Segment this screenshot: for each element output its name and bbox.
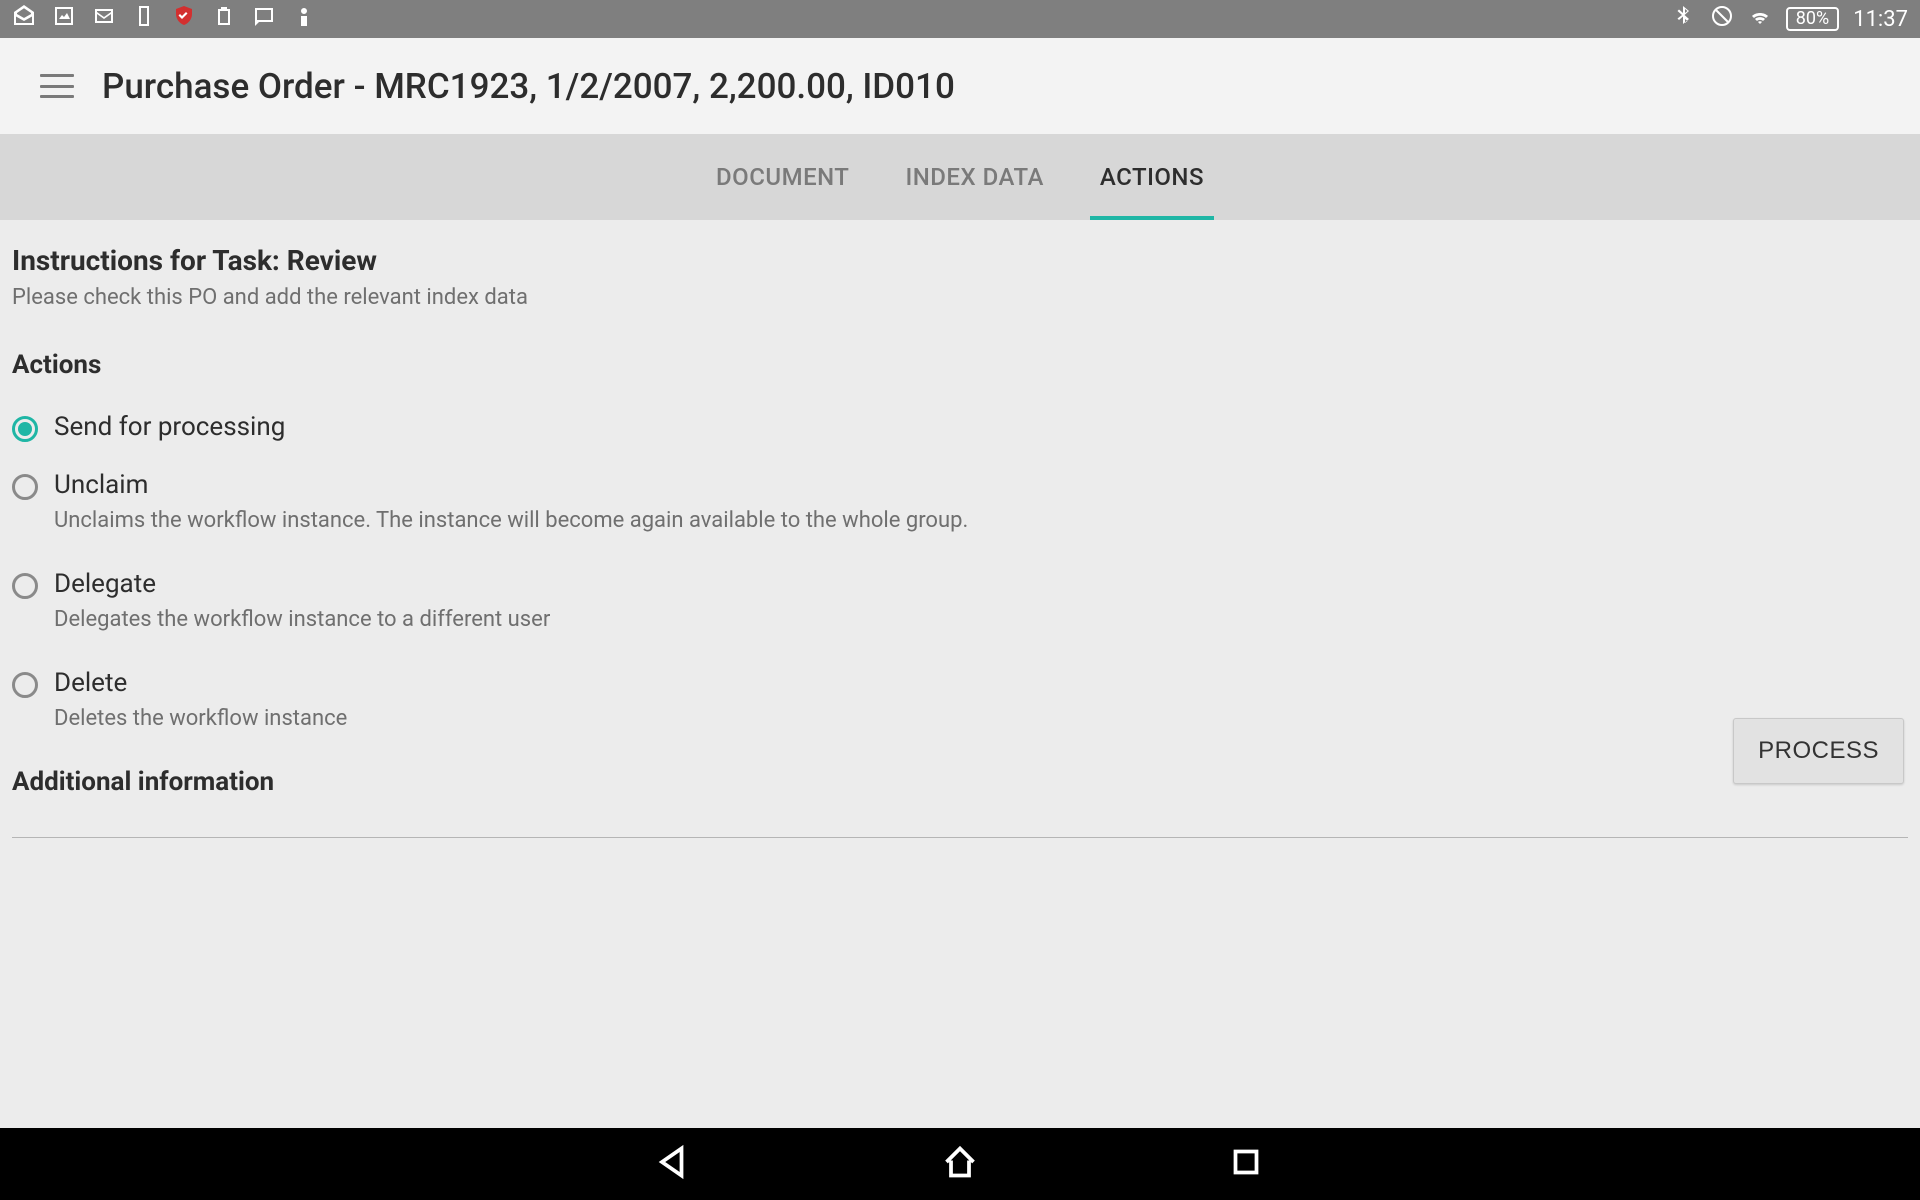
divider <box>12 837 1908 838</box>
notification-mail-open-icon <box>12 4 36 34</box>
android-status-bar: 80% 11:37 <box>0 0 1920 38</box>
do-not-disturb-icon <box>1710 4 1734 34</box>
process-button[interactable]: PROCESS <box>1733 718 1904 784</box>
bluetooth-icon <box>1672 4 1696 34</box>
notification-battery-icon <box>212 4 236 34</box>
radio-label: Unclaim <box>54 470 968 500</box>
nav-back-icon[interactable] <box>656 1144 692 1184</box>
nav-recent-icon[interactable] <box>1228 1144 1264 1184</box>
radio-description: Unclaims the workflow instance. The inst… <box>54 508 968 533</box>
battery-indicator: 80% <box>1786 7 1839 31</box>
hamburger-menu-icon[interactable] <box>40 74 74 98</box>
status-bar-clock: 11:37 <box>1853 7 1908 32</box>
radio-delete[interactable]: Delete Deletes the workflow instance <box>12 668 1908 731</box>
instructions-description: Please check this PO and add the relevan… <box>12 285 1908 310</box>
wifi-icon <box>1748 4 1772 34</box>
nav-home-icon[interactable] <box>942 1144 978 1184</box>
notification-shield-icon <box>172 4 196 34</box>
tab-document[interactable]: DOCUMENT <box>716 135 849 219</box>
additional-info-heading: Additional information <box>12 767 1908 797</box>
radio-send-for-processing[interactable]: Send for processing <box>12 412 1908 442</box>
radio-button-icon <box>12 573 38 599</box>
radio-unclaim[interactable]: Unclaim Unclaims the workflow instance. … <box>12 470 1908 533</box>
android-nav-bar <box>0 1128 1920 1200</box>
actions-heading: Actions <box>12 350 1908 380</box>
app-bar: Purchase Order - MRC1923, 1/2/2007, 2,20… <box>0 38 1920 134</box>
radio-label: Delete <box>54 668 347 698</box>
notification-message-icon <box>252 4 276 34</box>
radio-label: Send for processing <box>54 412 285 442</box>
radio-label: Delegate <box>54 569 550 599</box>
radio-button-icon <box>12 416 38 442</box>
tab-index-data[interactable]: INDEX DATA <box>905 135 1043 219</box>
notification-device-icon <box>132 4 156 34</box>
tab-actions[interactable]: ACTIONS <box>1100 135 1204 219</box>
radio-button-icon <box>12 474 38 500</box>
radio-button-icon <box>12 672 38 698</box>
radio-description: Delegates the workflow instance to a dif… <box>54 607 550 632</box>
page-title: Purchase Order - MRC1923, 1/2/2007, 2,20… <box>102 66 955 107</box>
radio-description: Deletes the workflow instance <box>54 706 347 731</box>
instructions-title: Instructions for Task: Review <box>12 244 1908 277</box>
notification-gmail-icon <box>92 4 116 34</box>
radio-delegate[interactable]: Delegate Delegates the workflow instance… <box>12 569 1908 632</box>
notification-person-icon <box>292 4 316 34</box>
content-area: Instructions for Task: Review Please che… <box>0 220 1920 1128</box>
notification-image-icon <box>52 4 76 34</box>
tab-bar: DOCUMENT INDEX DATA ACTIONS <box>0 134 1920 220</box>
